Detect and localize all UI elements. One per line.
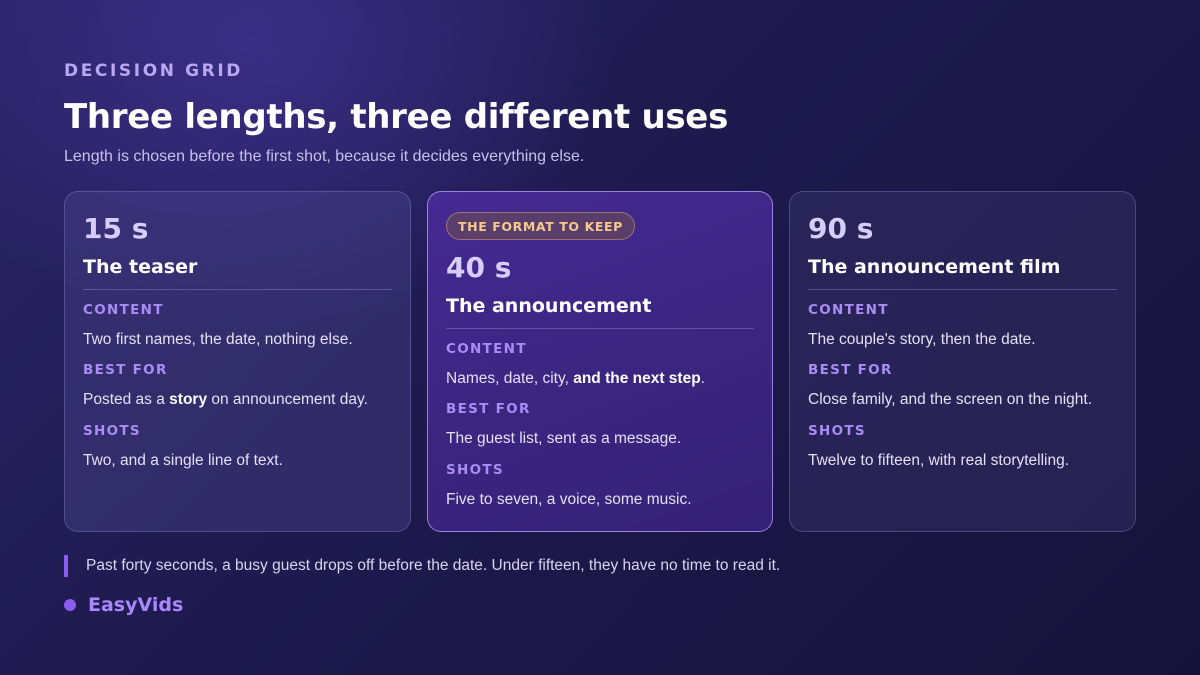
card-announcement: THE FORMAT TO KEEP 40 s The announcement… [427, 191, 773, 532]
card-announcement-film: 90 s The announcement film CONTENT The c… [789, 191, 1136, 532]
best-for-text: The guest list, sent as a message. [446, 430, 682, 447]
card-name: The announcement [446, 295, 652, 317]
best-for-text: Posted as a story on announcement day. [83, 391, 368, 408]
card-duration: 15 s [83, 212, 149, 245]
content-text: Names, date, city, and the next step. [446, 370, 705, 387]
best-for-text: Close family, and the screen on the nigh… [808, 391, 1093, 408]
content-text: The couple's story, then the date. [808, 331, 1036, 348]
callout-note: Past forty seconds, a busy guest drops o… [64, 555, 780, 577]
content-label: CONTENT [446, 341, 527, 357]
page-subtitle: Length is chosen before the first shot, … [64, 148, 585, 165]
shots-label: SHOTS [83, 423, 141, 439]
shots-text: Two, and a single line of text. [83, 452, 283, 469]
card-divider [83, 289, 392, 290]
card-name: The announcement film [808, 256, 1061, 278]
card-duration: 90 s [808, 212, 874, 245]
content-emphasis: and the next step [573, 370, 701, 387]
shots-label: SHOTS [808, 423, 866, 439]
shots-label: SHOTS [446, 462, 504, 478]
content-label: CONTENT [808, 302, 889, 318]
best-for-label: BEST FOR [808, 362, 893, 378]
recommended-badge: THE FORMAT TO KEEP [446, 212, 635, 240]
brand-logo: EasyVids [64, 594, 183, 616]
shots-text: Twelve to fifteen, with real storytellin… [808, 452, 1070, 469]
best-for-label: BEST FOR [83, 362, 168, 378]
shots-text: Five to seven, a voice, some music. [446, 491, 692, 508]
best-for-label: BEST FOR [446, 401, 531, 417]
brand-name: EasyVids [88, 594, 184, 616]
content-label: CONTENT [83, 302, 164, 318]
card-divider [446, 328, 754, 329]
card-name: The teaser [83, 256, 198, 278]
content-text: Two first names, the date, nothing else. [83, 331, 353, 348]
card-divider [808, 289, 1117, 290]
eyebrow-label: DECISION GRID [64, 61, 243, 81]
best-for-emphasis: story [169, 391, 208, 408]
brand-dot-icon [64, 599, 76, 611]
card-teaser: 15 s The teaser CONTENT Two first names,… [64, 191, 411, 532]
page-title: Three lengths, three different uses [64, 97, 729, 137]
card-duration: 40 s [446, 251, 512, 284]
